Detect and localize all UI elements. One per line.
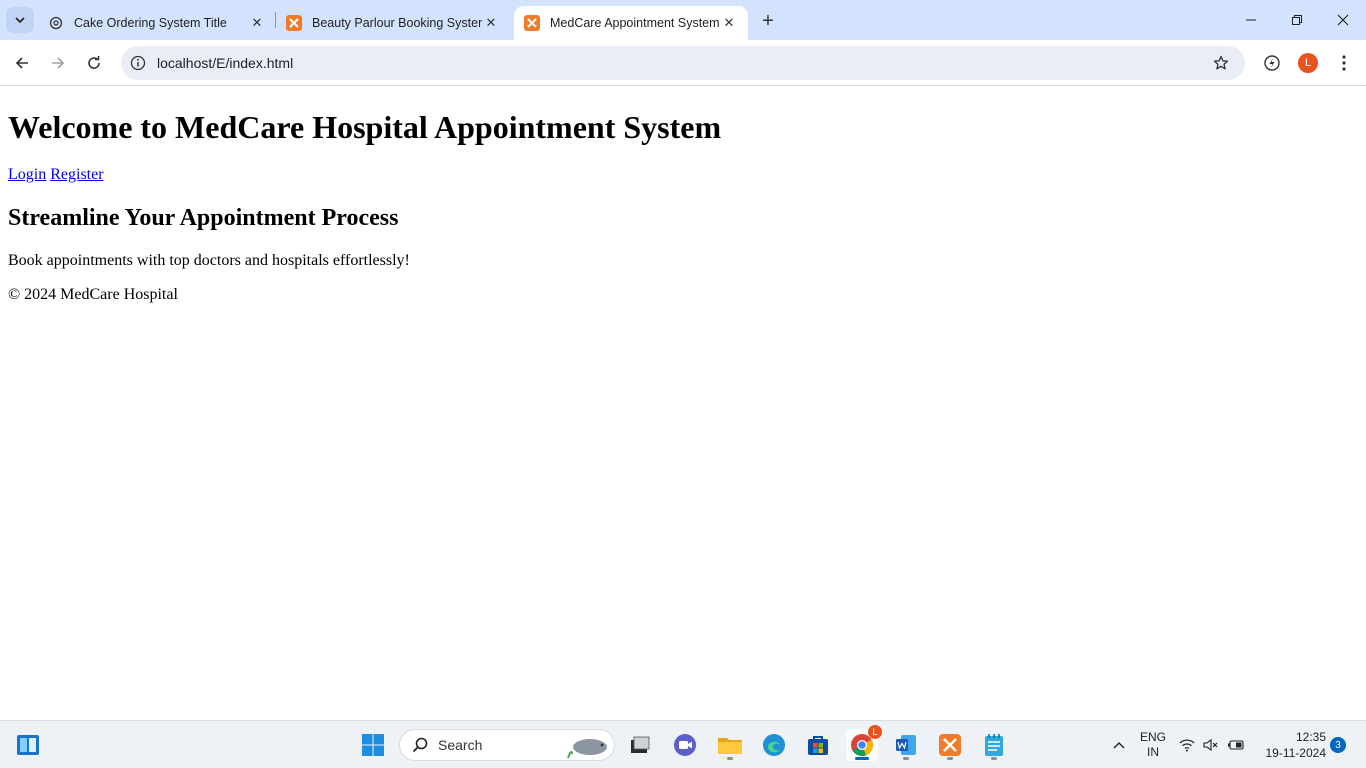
close-window-button[interactable] bbox=[1320, 0, 1366, 40]
chrome-button[interactable]: L bbox=[846, 725, 882, 761]
folder-icon bbox=[718, 738, 742, 754]
clock-time: 12:35 bbox=[1295, 730, 1326, 744]
forward-button[interactable] bbox=[44, 49, 72, 77]
tab-beauty-parlour[interactable]: Beauty Parlour Booking System ✕ bbox=[276, 6, 510, 40]
performance-button[interactable] bbox=[1259, 50, 1285, 76]
close-icon bbox=[1337, 14, 1349, 26]
edge-browser-icon bbox=[763, 734, 785, 756]
address-bar[interactable]: localhost/E/index.html bbox=[121, 46, 1245, 80]
xampp-icon bbox=[286, 15, 302, 31]
wifi-icon bbox=[1179, 739, 1195, 752]
chevron-up-icon bbox=[1113, 742, 1125, 749]
manatee-illustration-icon bbox=[567, 739, 607, 759]
close-tab-icon[interactable]: ✕ bbox=[248, 14, 266, 32]
section-heading: Streamline Your Appointment Process bbox=[8, 205, 399, 231]
auth-links: Login Register bbox=[8, 166, 104, 184]
kebab-menu-icon bbox=[1342, 55, 1346, 71]
web-page: Welcome to MedCare Hospital Appointment … bbox=[0, 87, 1366, 720]
language-code: ENG bbox=[1139, 730, 1166, 744]
minimize-button[interactable] bbox=[1228, 0, 1274, 40]
battery-icon bbox=[1228, 740, 1244, 750]
reload-button[interactable] bbox=[80, 49, 108, 77]
site-info-icon[interactable] bbox=[129, 54, 147, 72]
browser-menu-button[interactable] bbox=[1331, 50, 1357, 76]
performance-icon bbox=[1264, 55, 1280, 71]
new-tab-button[interactable]: + bbox=[756, 9, 780, 33]
speaker-muted-icon bbox=[1203, 738, 1218, 752]
browser-tab-strip: Cake Ordering System Title ✕ Beauty Parl… bbox=[0, 0, 1366, 40]
language-indicator[interactable]: ENG IN bbox=[1136, 721, 1170, 768]
video-chat-icon bbox=[674, 734, 696, 756]
tab-title: Cake Ordering System Title bbox=[74, 16, 227, 30]
minimize-icon bbox=[1246, 19, 1256, 21]
language-region: IN bbox=[1147, 745, 1159, 759]
intro-text: Book appointments with top doctors and h… bbox=[8, 252, 410, 269]
taskbar-search[interactable]: Search bbox=[399, 729, 615, 761]
word-button[interactable] bbox=[890, 729, 922, 761]
browser-toolbar: localhost/E/index.html L bbox=[0, 40, 1366, 86]
running-indicator bbox=[991, 757, 997, 760]
store-icon bbox=[808, 736, 828, 755]
avatar: L bbox=[1298, 53, 1318, 73]
show-hidden-icons-button[interactable] bbox=[1106, 721, 1132, 768]
active-indicator bbox=[855, 757, 869, 760]
url-text[interactable]: localhost/E/index.html bbox=[157, 55, 293, 71]
notification-badge[interactable]: 3 bbox=[1330, 737, 1346, 753]
chevron-down-icon bbox=[15, 17, 25, 24]
close-tab-icon[interactable]: ✕ bbox=[720, 14, 738, 32]
xampp-button[interactable] bbox=[934, 729, 966, 761]
notepad-button[interactable] bbox=[978, 729, 1010, 761]
task-view-button[interactable] bbox=[624, 729, 656, 761]
bookmark-star-icon[interactable] bbox=[1211, 53, 1231, 73]
tab-medcare-active[interactable]: MedCare Appointment System ✕ bbox=[514, 6, 748, 40]
task-view-icon bbox=[631, 736, 650, 753]
file-explorer-button[interactable] bbox=[714, 729, 746, 761]
word-icon bbox=[896, 735, 916, 755]
running-indicator bbox=[903, 757, 909, 760]
arrow-left-icon bbox=[15, 57, 28, 69]
restore-button[interactable] bbox=[1274, 0, 1320, 40]
notepad-icon bbox=[985, 734, 1003, 756]
reload-icon bbox=[88, 56, 100, 69]
tab-title: MedCare Appointment System bbox=[550, 16, 720, 30]
chrome-profile-badge: L bbox=[868, 725, 882, 739]
widgets-icon bbox=[17, 735, 39, 755]
page-title: Welcome to MedCare Hospital Appointment … bbox=[8, 109, 722, 145]
close-tab-icon[interactable]: ✕ bbox=[482, 14, 500, 32]
taskbar-clock[interactable]: 12:35 19-11-2024 bbox=[1256, 729, 1327, 761]
widgets-button[interactable] bbox=[12, 729, 44, 761]
back-button[interactable] bbox=[8, 49, 36, 77]
register-link[interactable]: Register bbox=[50, 166, 103, 183]
xampp-icon bbox=[524, 15, 540, 31]
windows-logo-icon bbox=[362, 734, 384, 756]
xampp-icon bbox=[939, 734, 961, 756]
openai-icon bbox=[48, 15, 64, 31]
microsoft-store-button[interactable] bbox=[802, 729, 834, 761]
start-button[interactable] bbox=[357, 729, 389, 761]
search-label: Search bbox=[438, 737, 483, 753]
clock-date: 19-11-2024 bbox=[1265, 746, 1327, 760]
login-link[interactable]: Login bbox=[8, 166, 46, 183]
tab-cake-ordering[interactable]: Cake Ordering System Title ✕ bbox=[38, 6, 276, 40]
arrow-right-icon bbox=[52, 57, 65, 69]
running-indicator bbox=[947, 757, 953, 760]
tab-title: Beauty Parlour Booking System bbox=[312, 16, 482, 30]
search-icon bbox=[412, 737, 428, 753]
restore-icon bbox=[1292, 15, 1302, 25]
windows-taskbar: Search L ENG IN 12:35 19-11-2024 3 bbox=[0, 720, 1366, 768]
quick-settings-button[interactable] bbox=[1178, 721, 1246, 768]
edge-button[interactable] bbox=[758, 729, 790, 761]
profile-button[interactable]: L bbox=[1295, 50, 1321, 76]
copyright-footer: © 2024 MedCare Hospital bbox=[8, 286, 178, 303]
running-indicator bbox=[727, 757, 733, 760]
teams-chat-button[interactable] bbox=[669, 729, 701, 761]
tab-search-button[interactable] bbox=[6, 7, 34, 33]
